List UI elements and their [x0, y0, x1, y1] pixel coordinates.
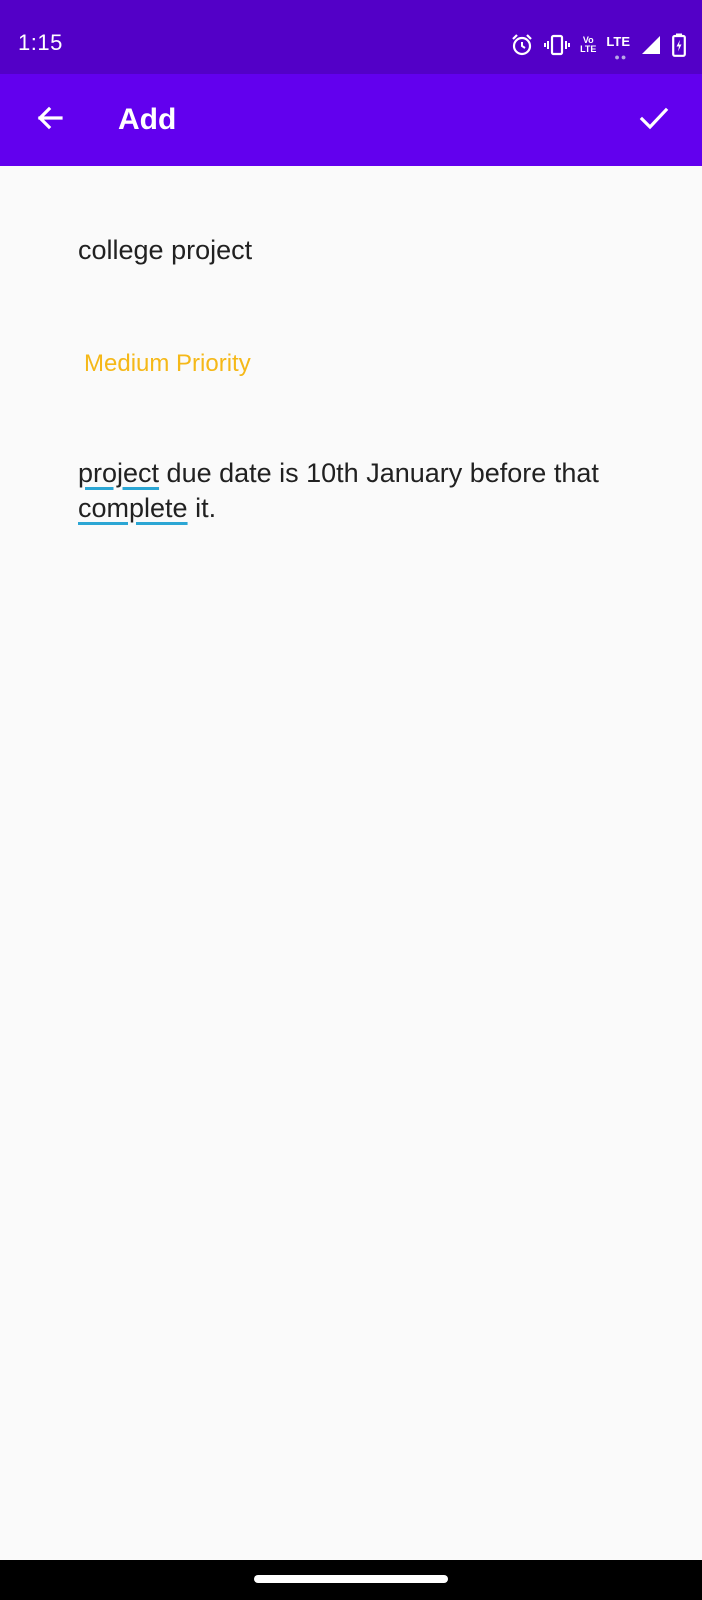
alarm-icon [510, 33, 534, 57]
network-label: LTE [606, 33, 630, 49]
misspelled-word[interactable]: complete [78, 493, 188, 523]
back-button[interactable] [24, 94, 76, 146]
status-bar: 1:15 Vo LTE LTE ●● [0, 0, 702, 74]
add-task-screen: 1:15 Vo LTE LTE ●● Add college project M… [0, 0, 702, 1600]
task-description-input[interactable]: project due date is 10th January before … [78, 456, 638, 526]
save-button[interactable] [628, 94, 680, 146]
priority-spinner[interactable]: Medium Priority [84, 348, 251, 380]
home-handle[interactable] [254, 1575, 448, 1583]
battery-charging-icon [672, 33, 686, 57]
page-title: Add [118, 103, 177, 136]
volte-bottom-label: LTE [580, 44, 597, 54]
check-icon [638, 102, 670, 139]
app-bar: Add [0, 74, 702, 166]
network-type: LTE ●● [606, 33, 630, 62]
vibrate-icon [544, 33, 571, 57]
data-activity-icon: ●● [614, 51, 628, 62]
misspelled-word[interactable]: project [78, 458, 159, 488]
arrow-back-icon [35, 103, 65, 138]
navigation-bar [0, 1560, 702, 1600]
signal-icon [640, 34, 662, 56]
description-text: it. [187, 493, 217, 523]
status-time: 1:15 [18, 30, 63, 55]
volte-icon: Vo LTE [580, 36, 596, 54]
task-title-input[interactable]: college project [78, 232, 638, 268]
description-text: due date is 10th January before that [159, 458, 599, 488]
status-icons: Vo LTE LTE ●● [510, 30, 686, 62]
